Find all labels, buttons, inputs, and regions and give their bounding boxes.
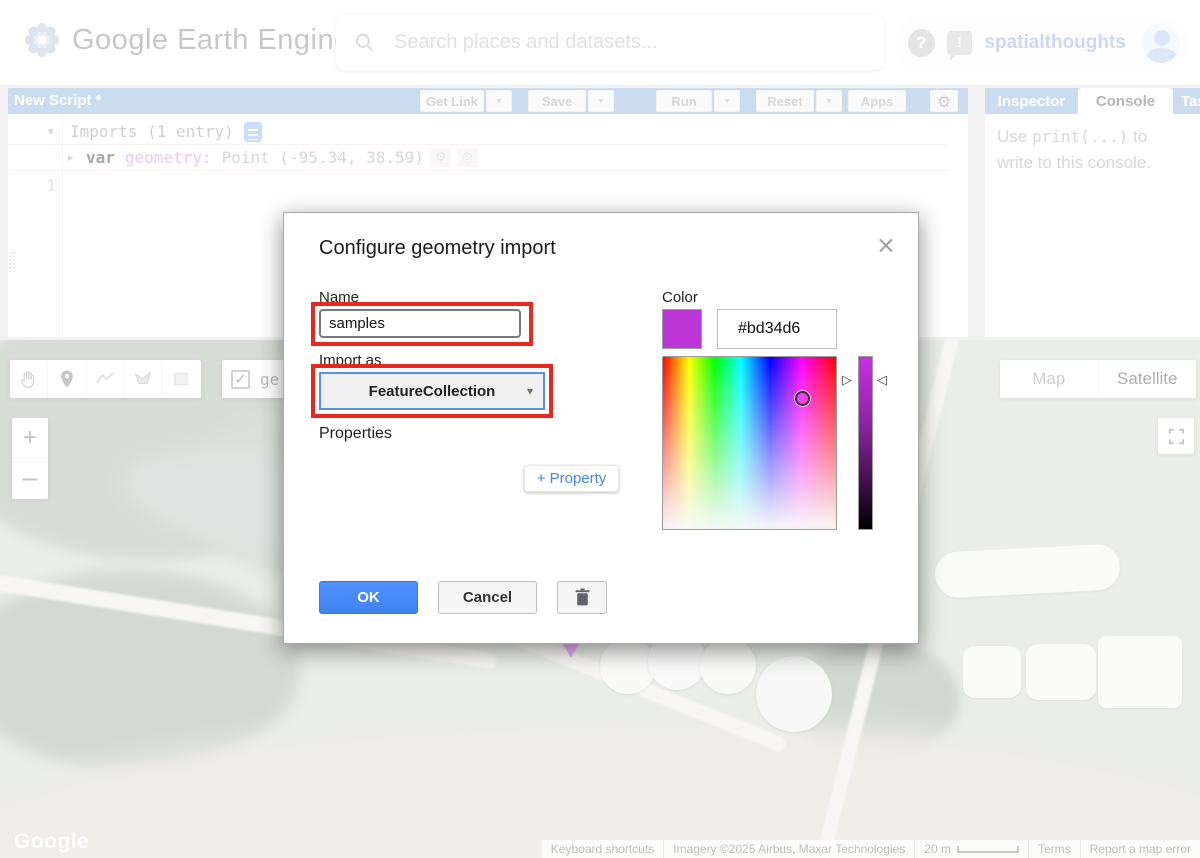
- color-hex-input[interactable]: [717, 309, 837, 349]
- ok-button[interactable]: OK: [319, 581, 418, 614]
- close-icon[interactable]: ×: [876, 231, 896, 259]
- color-swatch[interactable]: [662, 309, 702, 349]
- slider-arrow-right-icon[interactable]: ◁: [877, 373, 887, 388]
- properties-label: Properties: [319, 425, 392, 443]
- saturation-gradient-picker[interactable]: [662, 356, 837, 530]
- name-label: Name: [319, 289, 359, 306]
- configure-geometry-dialog: Configure geometry import × Name Import …: [283, 212, 919, 644]
- import-as-label: Import as: [319, 352, 382, 369]
- trash-icon: [574, 588, 591, 607]
- color-label: Color: [662, 289, 698, 306]
- add-property-button[interactable]: + Property: [524, 465, 619, 492]
- chevron-down-icon: ▾: [527, 384, 533, 398]
- picker-circle[interactable]: [795, 391, 810, 406]
- value-slider[interactable]: [858, 356, 873, 530]
- delete-geometry-button[interactable]: [557, 581, 607, 614]
- name-input[interactable]: [319, 309, 521, 338]
- cancel-button[interactable]: Cancel: [438, 581, 537, 614]
- slider-arrow-left-icon[interactable]: ▷: [842, 373, 852, 388]
- gee-app: Google Earth Engine ? ! spatialthoughts …: [0, 0, 1200, 858]
- import-as-dropdown[interactable]: FeatureCollection ▾: [319, 372, 545, 410]
- dialog-title: Configure geometry import: [319, 237, 556, 260]
